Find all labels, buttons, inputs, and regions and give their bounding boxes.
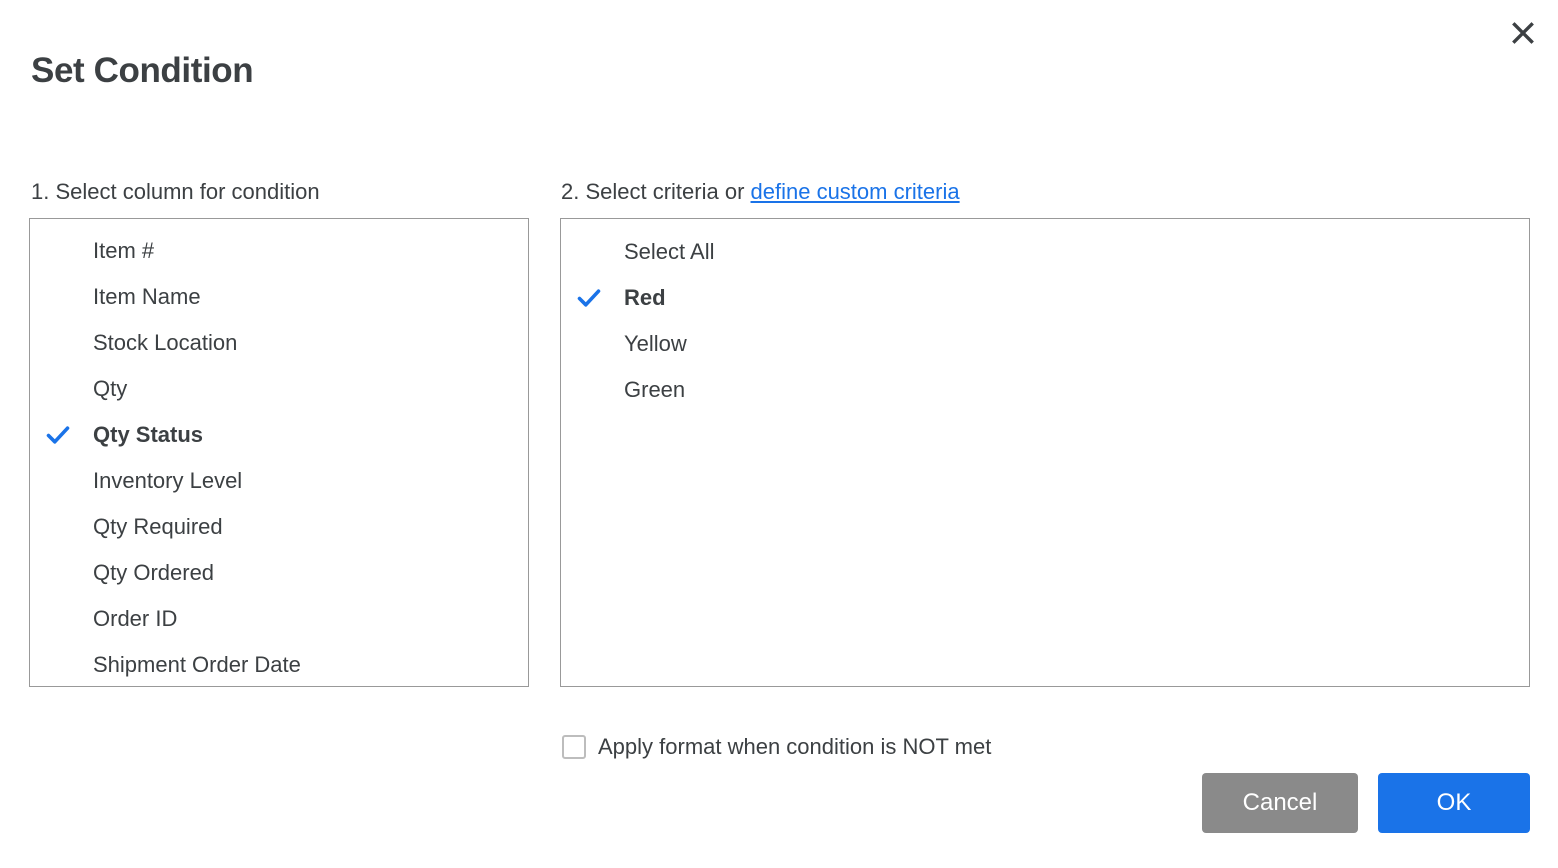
criteria-list-item-label: Green <box>624 377 686 402</box>
define-custom-criteria-link[interactable]: define custom criteria <box>751 179 960 204</box>
column-list-item-label: Inventory Level <box>93 468 243 493</box>
column-list-item[interactable]: Order ID <box>30 596 528 642</box>
criteria-list-item[interactable]: Green <box>561 367 1529 413</box>
criteria-list-item[interactable]: Select All <box>561 229 1529 275</box>
ok-button[interactable]: OK <box>1378 773 1530 833</box>
close-icon <box>1510 20 1536 46</box>
page-title: Set Condition <box>31 51 254 90</box>
check-icon <box>44 421 72 449</box>
column-list-item[interactable]: Qty Required <box>30 504 528 550</box>
criteria-list-item-label: Yellow <box>624 331 687 356</box>
criteria-list-item[interactable]: Red <box>561 275 1529 321</box>
column-section-heading: 1. Select column for condition <box>31 179 320 204</box>
column-list-item[interactable]: Item Name <box>30 274 528 320</box>
column-list-box[interactable]: Item # Item Name Stock Location Qty Qty Stat… <box>29 218 529 687</box>
column-list-item[interactable]: Qty Status <box>30 412 528 458</box>
criteria-section-heading: 2. Select criteria or define custom crit… <box>561 181 960 203</box>
column-list-item-label: Qty Status <box>93 422 204 447</box>
apply-format-not-met-checkbox[interactable] <box>562 735 586 759</box>
close-dialog-button[interactable] <box>1502 12 1544 54</box>
criteria-section-heading-text: 2. Select criteria or <box>561 179 751 204</box>
column-list-item-label: Stock Location <box>93 330 238 355</box>
cancel-button[interactable]: Cancel <box>1202 773 1358 833</box>
criteria-list-item[interactable]: Yellow <box>561 321 1529 367</box>
check-icon <box>575 284 603 312</box>
column-list-item-label: Item # <box>93 238 155 263</box>
footer-button-group: Cancel OK <box>1202 773 1530 833</box>
column-list-item[interactable]: Inventory Level <box>30 458 528 504</box>
column-list-item-label: Qty Required <box>93 514 223 539</box>
column-list-item[interactable]: Item # <box>30 228 528 274</box>
column-list-item-label: Qty <box>93 376 128 401</box>
column-list-item[interactable]: Stock Location <box>30 320 528 366</box>
criteria-list-box[interactable]: Select All Red Yellow Green <box>560 218 1530 687</box>
column-list-item-label: Item Name <box>93 284 201 309</box>
column-list-item[interactable]: Shipment Order Date <box>30 642 528 686</box>
column-list-item[interactable]: Qty <box>30 366 528 412</box>
column-list-item[interactable]: Qty Ordered <box>30 550 528 596</box>
column-list-item-label: Shipment Order Date <box>93 652 301 677</box>
criteria-list-item-label: Select All <box>624 239 715 264</box>
criteria-list-item-label: Red <box>624 285 666 310</box>
apply-format-not-met-row[interactable]: Apply format when condition is NOT met <box>562 735 991 759</box>
column-list-item-label: Qty Ordered <box>93 560 215 585</box>
column-list-item-label: Order ID <box>93 606 178 631</box>
apply-format-not-met-label: Apply format when condition is NOT met <box>598 734 992 759</box>
